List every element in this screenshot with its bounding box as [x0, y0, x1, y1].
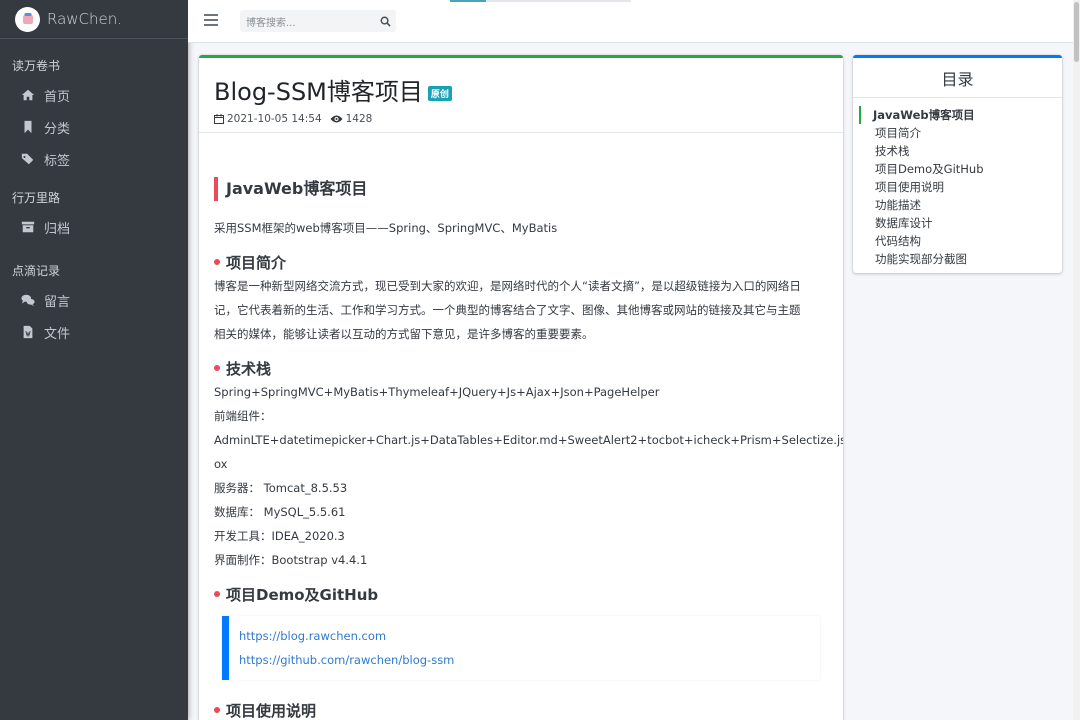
sidebar-item-label: 文件 — [44, 326, 71, 342]
post-views: 1428 — [345, 113, 373, 125]
sidebar-item-home[interactable]: 首页 — [0, 79, 188, 111]
sidebar: RawChen. 读万卷书 首页 分类 标签 行万里路 归档 点滴记录 留言 文… — [0, 0, 188, 720]
search-box[interactable]: 博客搜索... — [240, 10, 396, 32]
post-content: JavaWeb博客项目 采用SSM框架的web博客项目——Spring、Spri… — [199, 177, 843, 720]
sidebar-item-label: 首页 — [44, 89, 71, 105]
toc-title: 目录 — [853, 58, 1062, 98]
techstack-line: 界面制作：Bootstrap v4.4.1 — [214, 553, 368, 567]
nav-header-section-2: 行万里路 — [12, 191, 61, 205]
post-card: Blog-SSM博客项目 原创 2021-10-05 14:54 1428 Ja… — [199, 55, 843, 720]
tags-icon — [20, 151, 36, 167]
toc-item[interactable]: 项目Demo及GitHub — [853, 160, 1062, 178]
top-tab-indicator — [450, 0, 486, 2]
post-header: Blog-SSM博客项目 原创 2021-10-05 14:54 1428 — [199, 58, 843, 133]
brand[interactable]: RawChen. — [0, 0, 188, 39]
sidebar-item-label: 分类 — [44, 121, 71, 137]
section-heading-intro: 项目简介 — [214, 250, 828, 274]
original-badge: 原创 — [427, 86, 452, 101]
nav-header-section-3: 点滴记录 — [12, 264, 61, 278]
techstack-line: 服务器： Tomcat_8.5.53 — [214, 481, 348, 495]
sidebar-item-label: 归档 — [44, 221, 71, 237]
archive-icon — [20, 219, 36, 235]
section-heading-techstack: 技术栈 — [214, 356, 828, 380]
techstack-line: AdminLTE+datetimepicker+Chart.js+DataTab… — [214, 433, 843, 447]
links-blockquote: https://blog.rawchen.com https://github.… — [222, 616, 820, 680]
toc-item[interactable]: 项目使用说明 — [853, 178, 1062, 196]
techstack-line: 开发工具：IDEA_2020.3 — [214, 529, 345, 543]
toc-item[interactable]: 数据库设计 — [853, 214, 1062, 232]
toc-card: 目录 JavaWeb博客项目 项目简介 技术栈 项目Demo及GitHub 项目… — [853, 55, 1062, 273]
section-heading-usage: 项目使用说明 — [214, 698, 828, 720]
nav-header-section-1: 读万卷书 — [12, 59, 61, 73]
search-input[interactable]: 博客搜索... — [240, 14, 374, 29]
scrollbar-thumb[interactable] — [1074, 2, 1079, 62]
sidebar-item-files[interactable]: 文件 — [0, 316, 188, 348]
demo-link[interactable]: https://blog.rawchen.com — [239, 624, 810, 648]
toc-item[interactable]: JavaWeb博客项目 — [859, 106, 1062, 124]
techstack-line: 数据库： MySQL_5.5.61 — [214, 505, 346, 519]
techstack-line: ox — [214, 457, 228, 471]
post-meta: 2021-10-05 14:54 1428 — [214, 113, 828, 125]
techstack-line: Spring+SpringMVC+MyBatis+Thymeleaf+JQuer… — [214, 385, 660, 399]
file-icon — [20, 324, 36, 340]
post-title: Blog-SSM博客项目 — [214, 78, 423, 106]
sidebar-item-messages[interactable]: 留言 — [0, 284, 188, 316]
sidebar-item-label: 标签 — [44, 153, 71, 169]
intro-paragraph-line: 相关的媒体，能够让读者以互动的方式留下意见，是许多博客的重要要素。 — [214, 327, 594, 341]
post-date: 2021-10-05 14:54 — [227, 113, 322, 125]
menu-toggle-icon[interactable] — [204, 14, 218, 26]
intro-text: 采用SSM框架的web博客项目——Spring、SpringMVC、MyBati… — [214, 221, 558, 235]
toc-item[interactable]: 技术栈 — [853, 142, 1062, 160]
top-tab-track — [486, 0, 631, 2]
top-navbar: 博客搜索... — [188, 0, 1073, 43]
calendar-icon — [214, 114, 224, 124]
eye-icon — [330, 115, 343, 123]
search-icon[interactable] — [374, 16, 396, 27]
sidebar-item-label: 留言 — [44, 294, 71, 310]
comments-icon — [20, 292, 36, 308]
toc-item[interactable]: 项目简介 — [853, 124, 1062, 142]
sidebar-item-categories[interactable]: 分类 — [0, 111, 188, 143]
toc-list: JavaWeb博客项目 项目简介 技术栈 项目Demo及GitHub 项目使用说… — [853, 98, 1062, 268]
intro-paragraph-line: 博客是一种新型网络交流方式，现已受到大家的欢迎，是网络时代的个人“读者文摘”，是… — [214, 279, 801, 293]
page-scrollbar[interactable] — [1073, 0, 1080, 720]
sidebar-item-archive[interactable]: 归档 — [0, 211, 188, 243]
github-link[interactable]: https://github.com/rawchen/blog-ssm — [239, 648, 810, 672]
home-icon — [20, 87, 36, 103]
content-heading-main: JavaWeb博客项目 — [214, 177, 828, 201]
sidebar-item-tags[interactable]: 标签 — [0, 143, 188, 175]
brand-logo-icon — [15, 6, 40, 32]
techstack-line: 前端组件： — [214, 409, 272, 423]
toc-item[interactable]: 功能描述 — [853, 196, 1062, 214]
section-heading-demo: 项目Demo及GitHub — [214, 582, 828, 606]
toc-item[interactable]: 功能实现部分截图 — [853, 250, 1062, 268]
bookmark-icon — [20, 119, 36, 135]
brand-name: RawChen. — [47, 10, 123, 28]
toc-item[interactable]: 代码结构 — [853, 232, 1062, 250]
intro-paragraph-line: 记，它代表着新的生活、工作和学习方式。一个典型的博客结合了文字、图像、其他博客或… — [214, 303, 801, 317]
